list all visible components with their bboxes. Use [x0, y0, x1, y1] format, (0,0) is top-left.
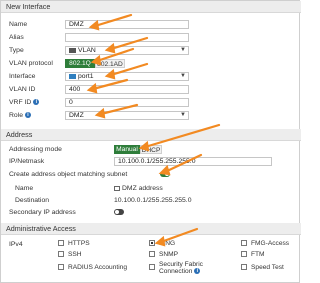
vlan-protocol-label: VLAN protocol	[9, 60, 53, 67]
fmg-access-label: FMG-Access	[251, 240, 290, 247]
chevron-down-icon: ▼	[180, 47, 186, 53]
addressing-mode-dhcp[interactable]: DHCP	[140, 145, 162, 154]
object-name-label: Name	[15, 185, 34, 192]
interface-value: port1	[78, 73, 94, 80]
section-header-admin-access: Administrative Access	[1, 223, 301, 235]
destination-value: 10.100.0.1/255.255.255.0	[114, 197, 192, 204]
vrf-id-label: VRF ID i	[9, 99, 40, 106]
info-icon[interactable]: i	[24, 112, 31, 119]
object-name-value: DMZ address	[114, 185, 163, 192]
fmg-access-checkbox[interactable]	[241, 240, 247, 246]
chevron-down-icon: ▼	[180, 73, 186, 79]
interface-label: Interface	[9, 73, 36, 80]
vlan-id-label: VLAN ID	[9, 86, 36, 93]
role-select[interactable]: DMZ ▼	[65, 111, 189, 120]
destination-label: Destination	[15, 197, 50, 204]
info-icon[interactable]: i	[194, 268, 201, 275]
ftm-label: FTM	[251, 251, 265, 258]
info-icon[interactable]: i	[33, 99, 40, 106]
vlan-icon	[69, 47, 76, 53]
ping-label: PING	[159, 240, 176, 247]
type-select[interactable]: VLAN ▼	[65, 46, 189, 55]
role-label: Role i	[9, 112, 31, 119]
name-label: Name	[9, 21, 28, 28]
chevron-down-icon: ▼	[180, 112, 186, 118]
create-object-toggle[interactable]	[160, 171, 170, 177]
https-checkbox[interactable]	[58, 240, 64, 246]
ping-checkbox[interactable]	[149, 240, 155, 246]
radius-accounting-checkbox[interactable]	[58, 264, 64, 270]
section-header-address: Address	[1, 129, 301, 141]
type-value: VLAN	[78, 47, 96, 54]
speed-test-label: Speed Test	[251, 264, 284, 271]
radius-accounting-label: RADIUS Accounting	[68, 264, 128, 271]
https-label: HTTPS	[68, 240, 90, 247]
role-label-text: Role	[9, 112, 23, 119]
secondary-ip-toggle[interactable]	[114, 209, 124, 215]
type-label: Type	[9, 47, 24, 54]
new-interface-form: New Interface Name DMZ Alias Type VLAN ▼…	[0, 0, 301, 283]
vrf-id-label-text: VRF ID	[9, 99, 32, 106]
secondary-ip-label: Secondary IP address	[9, 209, 76, 216]
port-icon	[69, 73, 76, 79]
speed-test-checkbox[interactable]	[241, 264, 247, 270]
vlan-protocol-option-8021ad[interactable]: 802.1AD	[95, 59, 125, 68]
ssh-label: SSH	[68, 251, 82, 258]
vrf-id-input[interactable]: 0	[65, 98, 189, 107]
address-object-icon	[114, 185, 120, 191]
alias-label: Alias	[9, 34, 24, 41]
addressing-mode-label: Addressing mode	[9, 146, 62, 153]
vlan-protocol-option-8021q[interactable]: 802.1Q	[65, 59, 95, 68]
object-name-text: DMZ address	[122, 185, 163, 192]
snmp-label: SNMP	[159, 251, 179, 258]
interface-select[interactable]: port1 ▼	[65, 72, 189, 81]
ftm-checkbox[interactable]	[241, 251, 247, 257]
role-value: DMZ	[69, 112, 84, 119]
ip-netmask-input[interactable]: 10.100.0.1/255.255.255.0	[114, 157, 272, 166]
snmp-checkbox[interactable]	[149, 251, 155, 257]
vlan-id-input[interactable]: 400	[65, 85, 189, 94]
create-object-label: Create address object matching subnet	[9, 171, 128, 178]
alias-input[interactable]	[65, 33, 189, 42]
section-header-new-interface: New Interface	[1, 1, 301, 13]
ip-netmask-label: IP/Netmask	[9, 158, 45, 165]
ipv4-label: IPv4	[9, 241, 23, 248]
addressing-mode-manual[interactable]: Manual	[114, 145, 140, 154]
ssh-checkbox[interactable]	[58, 251, 64, 257]
security-fabric-label: Security Fabric Connection i	[159, 261, 229, 275]
name-input[interactable]: DMZ	[65, 20, 189, 29]
security-fabric-checkbox[interactable]	[149, 264, 155, 270]
